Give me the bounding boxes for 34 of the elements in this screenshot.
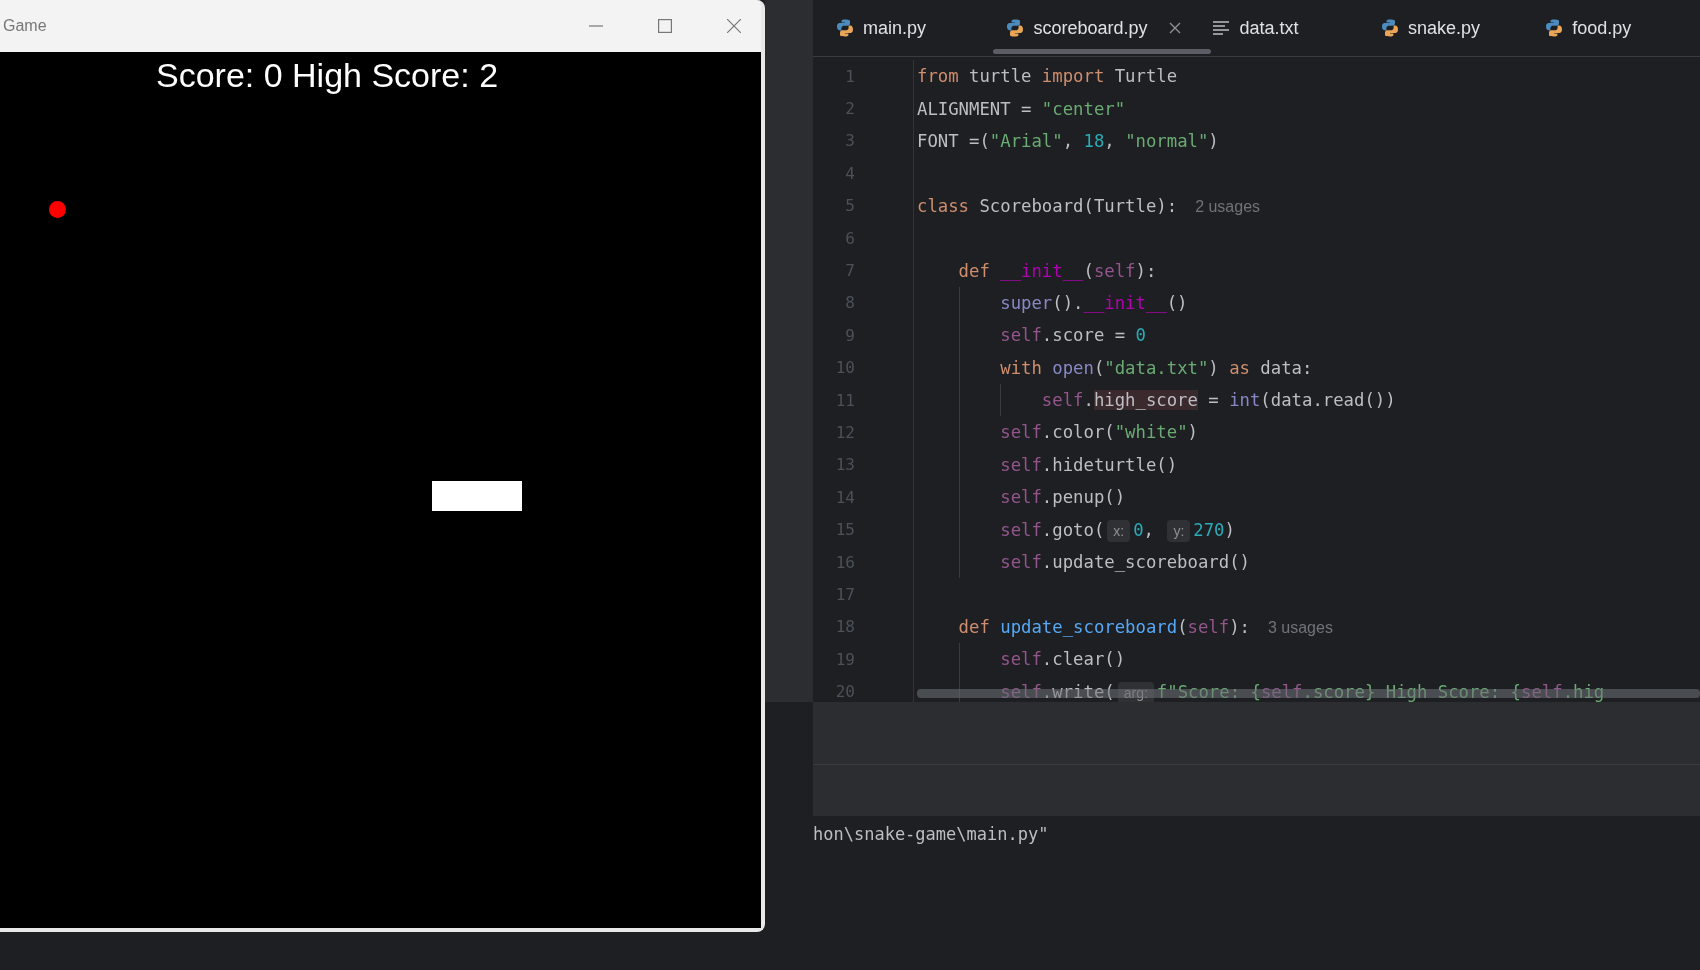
- code-line: self.color("white"): [999, 422, 1198, 443]
- editor-tab[interactable]: main.py: [835, 0, 994, 56]
- editor-tab[interactable]: scoreboard.py: [993, 0, 1212, 56]
- python-icon: [1544, 18, 1565, 38]
- code-line: self.hideturtle(): [999, 454, 1178, 475]
- console-output: hon\snake-game\main.py": [813, 824, 1049, 844]
- code-line: def __init__(self):: [957, 260, 1157, 281]
- maximize-icon[interactable]: [658, 19, 672, 33]
- code-line: self.update_scoreboard(): [999, 552, 1250, 573]
- code-line: self.high_score = int(data.read()): [1040, 390, 1396, 411]
- close-icon[interactable]: [1169, 22, 1182, 34]
- window-title: Game: [3, 17, 47, 35]
- python-icon: [1005, 18, 1026, 38]
- code-line: class Scoreboard(Turtle): 2 usages: [917, 195, 1261, 216]
- code-line: def update_scoreboard(self): 3 usages: [957, 616, 1333, 637]
- code-line: self.write( arg: f"Score: {self.score} High Score: {self.hig: [999, 681, 1605, 702]
- code-line: ALIGNMENT = "center": [917, 98, 1126, 119]
- food-dot: [49, 201, 66, 218]
- code-line: super().__init__(): [999, 292, 1188, 313]
- text-file-icon: [1211, 18, 1232, 38]
- python-icon: [835, 18, 855, 38]
- python-icon: [1379, 18, 1400, 38]
- code-line: self.clear(): [999, 649, 1126, 670]
- close-icon[interactable]: [727, 19, 741, 33]
- editor-tab[interactable]: snake.py: [1379, 0, 1545, 56]
- code-line: self.penup(): [999, 487, 1126, 508]
- code-line: with open("data.txt") as data:: [999, 357, 1313, 378]
- code-line: from turtle import Turtle: [917, 66, 1178, 87]
- code-line: self.goto( x: 0, y: 270): [999, 519, 1235, 540]
- editor-tab[interactable]: food.py: [1544, 0, 1700, 56]
- code-line: self.score = 0: [999, 325, 1146, 346]
- editor-tab[interactable]: data.txt: [1211, 0, 1380, 56]
- code-line: FONT =("Arial", 18, "normal"): [917, 130, 1219, 151]
- score-text: Score: 0 High Score: 2: [156, 56, 499, 95]
